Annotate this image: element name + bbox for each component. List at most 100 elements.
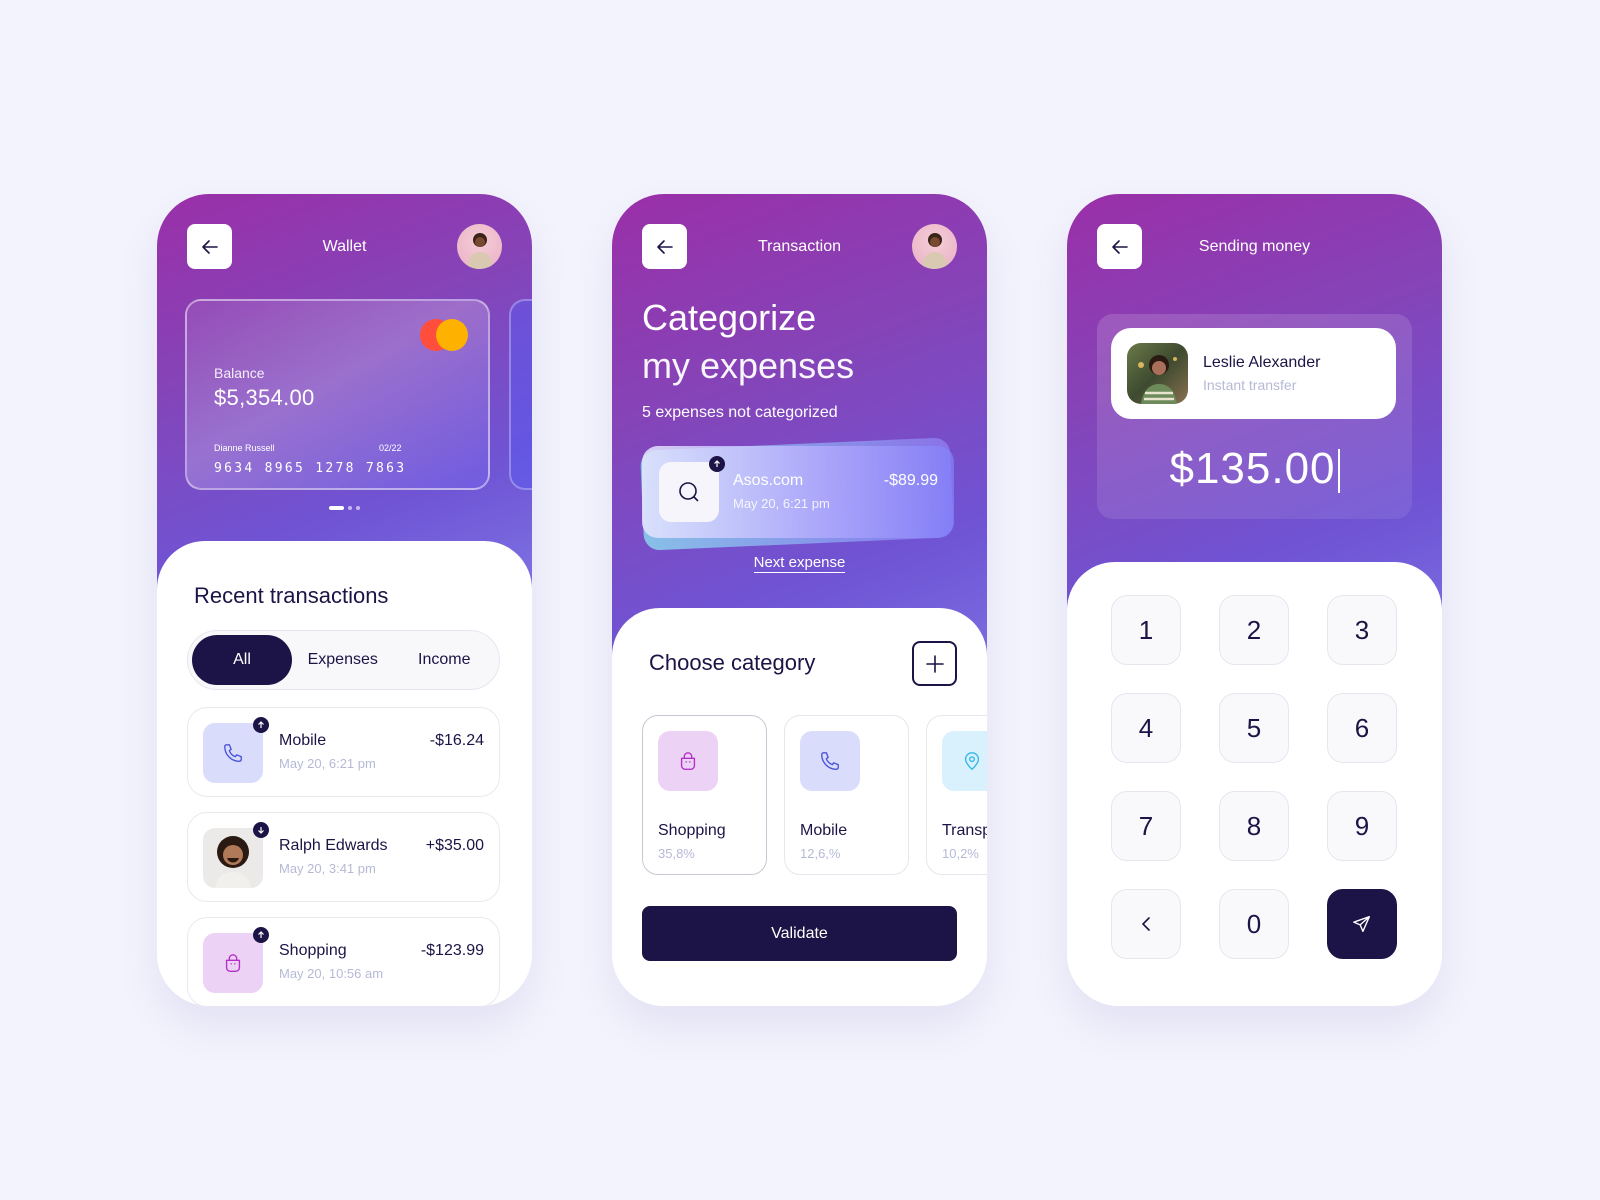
filter-tabs: All Expenses Income [187,630,500,690]
paper-plane-icon [1353,915,1371,933]
transaction-row[interactable]: Ralph Edwards May 20, 3:41 pm +$35.00 [187,812,500,902]
balance-label: Balance [214,365,265,381]
back-button[interactable] [187,224,232,269]
next-expense-link[interactable]: Next expense [753,554,846,573]
expense-name: Asos.com [733,472,804,489]
text-caret [1337,449,1340,494]
carousel-dots [157,506,532,510]
key-2[interactable]: 2 [1219,595,1289,665]
avatar-person-icon [922,233,948,269]
arrow-left-icon [201,239,218,254]
credit-card[interactable]: Balance $5,354.00 Dianne Russell 02/22 9… [185,299,490,490]
category-shopping[interactable]: Shopping 35,8% [642,715,767,875]
transaction-screen: Transaction Categorize my expenses 5 exp… [612,194,987,1006]
user-avatar[interactable] [457,224,502,269]
back-button[interactable] [1097,224,1142,269]
category-name: Shopping [658,822,726,839]
wallet-topbar: Wallet [187,224,502,269]
key-8[interactable]: 8 [1219,791,1289,861]
card-holder: Dianne Russell [214,443,275,453]
transaction-row[interactable]: Shopping May 20, 10:56 am -$123.99 [187,917,500,1006]
search-icon [679,482,699,502]
backspace-key[interactable] [1111,889,1181,959]
recipient-name: Leslie Alexander [1203,354,1321,371]
heading-line-1: Categorize [642,297,817,338]
transaction-date: May 20, 10:56 am [279,966,384,981]
tab-income[interactable]: Income [394,635,496,685]
contact-avatar [203,822,269,888]
expense-card[interactable]: Asos.com May 20, 6:21 pm -$89.99 [642,446,954,538]
key-9[interactable]: 9 [1327,791,1397,861]
back-button[interactable] [642,224,687,269]
validate-button[interactable]: Validate [642,906,957,961]
key-7[interactable]: 7 [1111,791,1181,861]
carousel-dot[interactable] [356,506,360,510]
tab-expenses[interactable]: Expenses [292,635,394,685]
category-percent: 35,8% [658,846,695,861]
carousel-dot[interactable] [329,506,344,510]
category-name: Transport [942,822,987,839]
chevron-left-icon [1142,917,1150,931]
transaction-amount: -$16.24 [429,732,484,749]
category-icon [658,731,718,791]
next-card-peek[interactable] [509,299,532,490]
arrow-left-icon [1111,239,1128,254]
heading-line-2: my expenses [642,345,855,386]
transfer-panel: Leslie Alexander Instant transfer $135.0… [1097,314,1412,519]
amount-input[interactable]: $135.00 [1097,444,1412,494]
user-avatar[interactable] [912,224,957,269]
transactions-sheet: Recent transactions All Expenses Income … [157,541,532,1006]
plus-icon [925,654,944,673]
category-percent: 12,6,% [800,846,841,861]
next-expense-wrapper: Next expense [612,554,987,573]
screen-title: Wallet [322,237,367,255]
phone-icon [224,744,242,762]
transaction-icon [203,717,269,783]
shopping-bag-icon [680,752,696,770]
key-3[interactable]: 3 [1327,595,1397,665]
card-expiry: 02/22 [379,443,402,453]
key-5[interactable]: 5 [1219,693,1289,763]
category-icon [942,731,987,791]
avatar-person-icon [467,233,493,269]
transaction-icon [203,927,269,993]
category-percent: 10,2% [942,846,979,861]
carousel-dot[interactable] [348,506,352,510]
incoming-badge [253,822,269,838]
transaction-amount: -$123.99 [420,942,484,959]
key-4[interactable]: 4 [1111,693,1181,763]
screen-title: Sending money [1198,237,1311,255]
arrow-left-icon [656,239,673,254]
category-transport[interactable]: Transport 10,2% [926,715,987,875]
expense-amount: -$89.99 [883,472,938,489]
transaction-date: May 20, 6:21 pm [279,756,376,771]
recipient-avatar [1127,343,1188,404]
transfer-type: Instant transfer [1203,377,1297,393]
sending-topbar: Sending money [1097,224,1412,269]
add-category-button[interactable] [912,641,957,686]
phone-icon [821,752,839,770]
transaction-row[interactable]: Mobile May 20, 6:21 pm -$16.24 [187,707,500,797]
category-sheet: Choose category Shopping 35,8% Mobile 12… [612,608,987,1006]
card-number: 9634 8965 1278 7863 [214,461,407,476]
key-0[interactable]: 0 [1219,889,1289,959]
transaction-amount: +$35.00 [425,837,484,854]
send-button[interactable] [1327,889,1397,959]
key-1[interactable]: 1 [1111,595,1181,665]
balance-amount: $5,354.00 [214,385,315,410]
key-6[interactable]: 6 [1327,693,1397,763]
category-name: Mobile [800,822,848,839]
category-mobile[interactable]: Mobile 12,6,% [784,715,909,875]
category-icon [800,731,860,791]
arrow-up-icon [714,460,720,467]
tab-all[interactable]: All [192,635,292,685]
arrow-up-icon [258,931,264,938]
transaction-name: Shopping [279,942,347,959]
arrow-down-icon [258,827,264,834]
number-keypad: 1 2 3 4 5 6 7 8 9 0 [1111,595,1397,959]
transaction-name: Ralph Edwards [279,837,388,854]
wallet-screen: Wallet Balance $5,354.00 Dianne Russell … [157,194,532,1006]
outgoing-badge [709,456,725,472]
recipient-card[interactable]: Leslie Alexander Instant transfer [1111,328,1396,419]
outgoing-badge [253,717,269,733]
